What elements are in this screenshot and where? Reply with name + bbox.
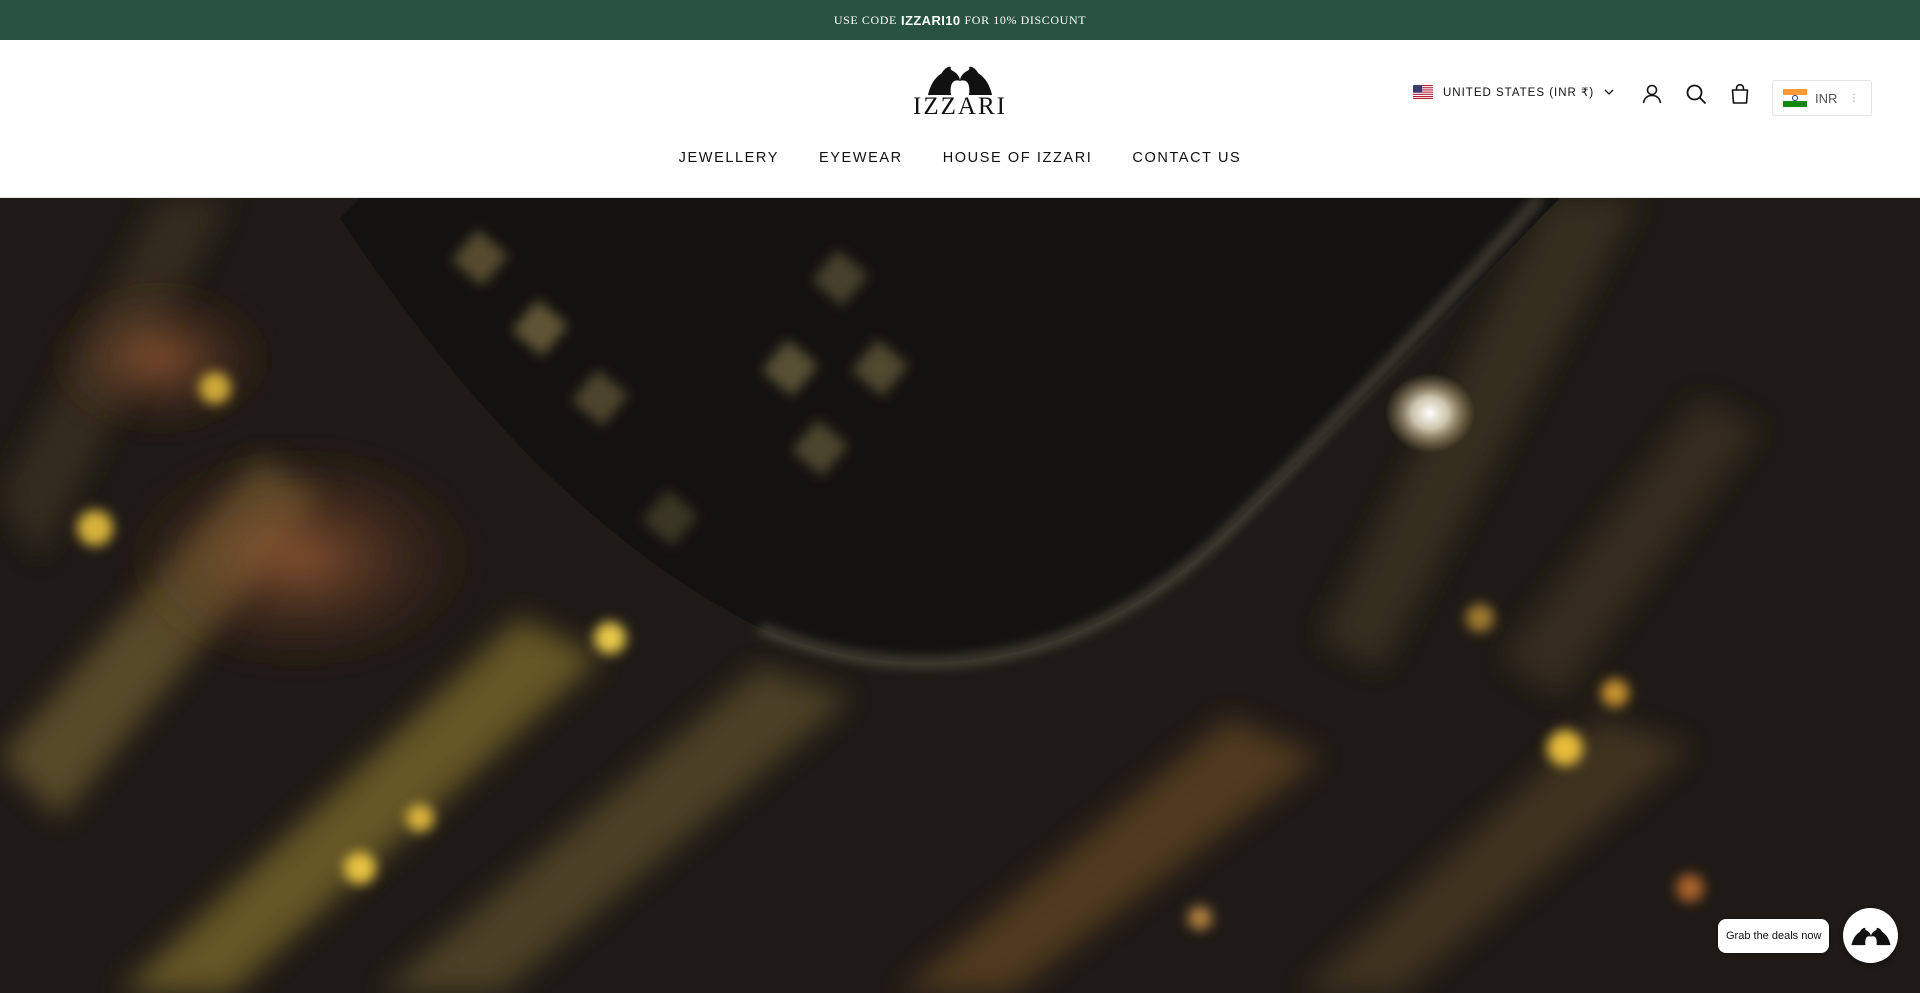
nav-item-house-of-izzari[interactable]: HOUSE OF IZZARI — [943, 150, 1093, 166]
main-nav: JEWELLERY EYEWEAR HOUSE OF IZZARI CONTAC… — [0, 150, 1920, 166]
chevron-down-icon — [1604, 89, 1614, 95]
nav-item-eyewear[interactable]: EYEWEAR — [819, 150, 903, 166]
deals-launcher-button[interactable] — [1843, 908, 1898, 963]
horse-heads-logo-icon — [1850, 927, 1891, 945]
hero-background-image — [0, 198, 1920, 993]
nav-item-contact-us[interactable]: CONTACT US — [1132, 150, 1241, 166]
announcement-bar: USE CODE IZZARI10 FOR 10% DISCOUNT — [0, 0, 1920, 40]
search-icon[interactable] — [1684, 82, 1708, 106]
hero-video[interactable] — [0, 198, 1920, 993]
discount-code: IZZARI10 — [900, 12, 961, 28]
currency-switcher[interactable]: INR ⋮ — [1772, 80, 1872, 116]
region-label: UNITED STATES (INR ₹) — [1443, 87, 1595, 99]
brand-logo[interactable]: IZZARI — [902, 64, 1018, 126]
india-flag-icon — [1783, 89, 1807, 107]
deals-popup-label[interactable]: Grab the deals now — [1718, 919, 1830, 953]
horse-heads-logo-icon — [928, 66, 992, 95]
brand-name: IZZARI — [913, 93, 1007, 120]
account-icon[interactable] — [1640, 82, 1664, 106]
us-flag-icon — [1413, 85, 1433, 99]
announcement-prefix: USE CODE — [833, 12, 897, 27]
site-header: IZZARI UNITED STATES (INR ₹) INR ⋮ JEWEL… — [0, 40, 1920, 198]
currency-label: INR — [1815, 90, 1838, 106]
region-selector[interactable]: UNITED STATES (INR ₹) — [1413, 85, 1614, 99]
cart-icon[interactable] — [1728, 82, 1752, 106]
dropdown-handle-icon: ⋮ — [1849, 92, 1859, 104]
nav-item-jewellery[interactable]: JEWELLERY — [679, 150, 779, 166]
announcement-suffix: FOR 10% DISCOUNT — [964, 12, 1087, 27]
deals-label: Grab the deals now — [1726, 930, 1822, 942]
